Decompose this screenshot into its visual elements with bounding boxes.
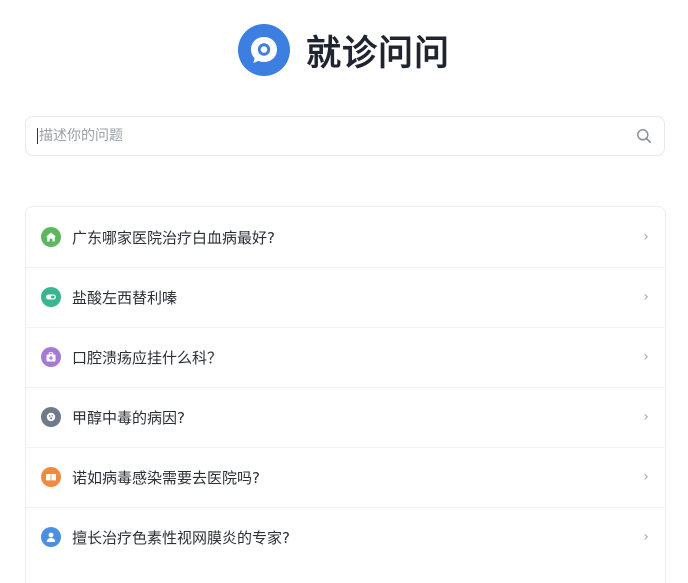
question-item[interactable]: 口腔溃疡应挂什么科？ › bbox=[26, 327, 665, 387]
text-caret bbox=[37, 128, 38, 144]
question-label: 擅长治疗色素性视网膜炎的专家? bbox=[72, 528, 290, 547]
chevron-right-icon: › bbox=[643, 229, 649, 245]
chat-bubble-logo-icon bbox=[237, 24, 290, 76]
capsule-icon bbox=[41, 287, 61, 307]
question-label: 甲醇中毒的病因? bbox=[72, 408, 185, 427]
chevron-right-icon: › bbox=[643, 409, 649, 425]
question-item[interactable]: 擅长治疗色素性视网膜炎的专家? › bbox=[26, 507, 665, 567]
page: 就诊问问 广东哪家医院治疗白血病最好? › 盐酸左西替利嗪 › bbox=[0, 0, 688, 583]
chevron-right-icon: › bbox=[643, 289, 649, 305]
question-list: 广东哪家医院治疗白血病最好? › 盐酸左西替利嗪 › 口腔溃疡应挂什么科？ › … bbox=[25, 206, 666, 583]
question-label: 盐酸左西替利嗪 bbox=[72, 288, 178, 307]
search-input[interactable] bbox=[39, 128, 636, 144]
question-label: 广东哪家医院治疗白血病最好? bbox=[72, 228, 275, 247]
app-title: 就诊问问 bbox=[305, 33, 450, 74]
medical-kit-icon bbox=[41, 347, 61, 367]
chevron-right-icon: › bbox=[643, 529, 649, 545]
question-label: 口腔溃疡应挂什么科？ bbox=[72, 348, 223, 367]
home-icon bbox=[41, 227, 61, 247]
user-icon bbox=[41, 527, 61, 547]
question-item[interactable]: 广东哪家医院治疗白血病最好? › bbox=[26, 207, 665, 267]
header: 就诊问问 bbox=[0, 22, 688, 78]
chevron-right-icon: › bbox=[643, 349, 649, 365]
virus-icon bbox=[41, 407, 61, 427]
chevron-right-icon: › bbox=[643, 469, 649, 485]
search-bar[interactable] bbox=[25, 116, 665, 156]
question-item[interactable]: 诺如病毒感染需要去医院吗? › bbox=[26, 447, 665, 507]
question-label: 诺如病毒感染需要去医院吗? bbox=[72, 468, 260, 487]
search-icon[interactable] bbox=[636, 128, 652, 144]
book-icon bbox=[41, 467, 61, 487]
question-item[interactable]: 甲醇中毒的病因? › bbox=[26, 387, 665, 447]
question-item[interactable]: 盐酸左西替利嗪 › bbox=[26, 267, 665, 327]
